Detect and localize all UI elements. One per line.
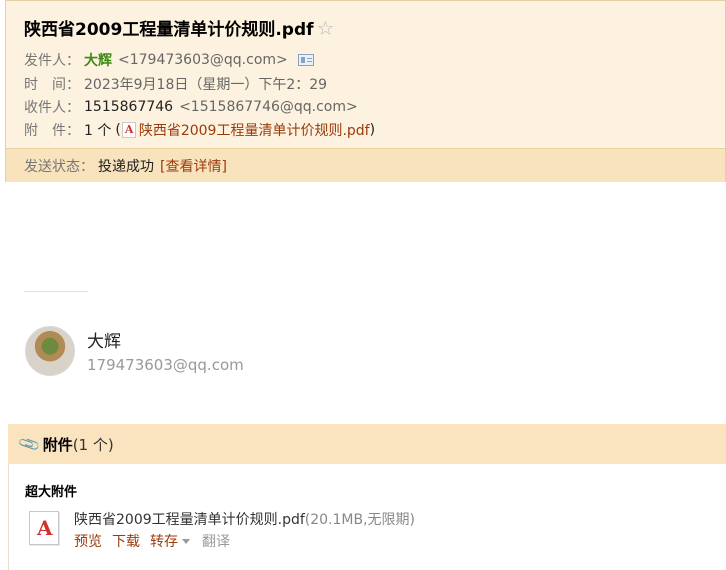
attachments-count: (1 个)	[72, 435, 114, 454]
paperclip-icon: 📎	[16, 431, 42, 457]
star-icon[interactable]: ☆	[317, 18, 335, 38]
recipient-email[interactable]: <1515867746@qq.com>	[179, 99, 358, 115]
recipient-row: 收件人： 1515867746 <1515867746@qq.com>	[24, 97, 358, 117]
attachments-body: 超大附件 陕西省2009工程量清单计价规则.pdf(20.1MB,无限期) 预览…	[8, 464, 726, 570]
attachment-file-name[interactable]: 陕西省2009工程量清单计价规则.pdf	[74, 512, 305, 528]
large-attachment-label: 超大附件	[25, 485, 78, 500]
pdf-file-icon-large[interactable]	[29, 511, 59, 545]
attachment-file[interactable]: 陕西省2009工程量清单计价规则.pdf(20.1MB,无限期)	[74, 509, 415, 529]
transfer-button[interactable]: 转存	[150, 531, 178, 551]
delivery-status-bar: 发送状态： 投递成功 [查看详情]	[6, 148, 725, 182]
subject-row: 陕西省2009工程量清单计价规则.pdf ☆	[24, 15, 335, 41]
sender-label: 发件人：	[24, 53, 80, 69]
paren-close: )	[369, 122, 376, 138]
sender-email[interactable]: <179473603@qq.com>	[118, 52, 288, 68]
status-label: 发送状态：	[24, 158, 94, 175]
status-value: 投递成功	[98, 158, 154, 175]
sender-name[interactable]: 大辉	[84, 50, 112, 70]
download-button[interactable]: 下载	[112, 531, 140, 551]
time-value: 2023年9月18日（星期一）下午2：29	[84, 77, 328, 93]
sender-row: 发件人： 大辉 <179473603@qq.com>	[24, 50, 314, 70]
recipient-name[interactable]: 1515867746	[84, 99, 173, 115]
pdf-file-icon	[121, 122, 136, 138]
paren-open: (	[115, 122, 121, 138]
view-details-link[interactable]: [查看详情]	[160, 156, 227, 176]
chevron-down-icon[interactable]	[182, 538, 190, 544]
time-label: 时 间：	[24, 77, 80, 93]
attachment-file-meta: (20.1MB,无限期)	[304, 512, 416, 528]
contact-card-icon[interactable]	[297, 54, 314, 66]
signature-name: 大辉	[87, 332, 121, 352]
attachment-label: 附 件：	[24, 123, 80, 139]
translate-button[interactable]: 翻译	[202, 531, 230, 551]
attachment-link[interactable]: 陕西省2009工程量清单计价规则.pdf	[139, 120, 370, 140]
mail-header: 陕西省2009工程量清单计价规则.pdf ☆ 发件人： 大辉 <17947360…	[5, 0, 726, 182]
recipient-label: 收件人：	[24, 100, 80, 116]
signature-email: 179473603@qq.com	[87, 356, 244, 374]
attachments-header: 📎 附件 (1 个)	[8, 424, 726, 464]
time-row: 时 间： 2023年9月18日（星期一）下午2：29	[24, 74, 327, 94]
attachment-actions: 预览 下载 转存 翻译	[74, 531, 230, 551]
attachments-title: 附件	[42, 435, 73, 454]
avatar[interactable]	[25, 326, 75, 376]
attachment-row: 附 件： 1 个 ( 陕西省2009工程量清单计价规则.pdf )	[24, 120, 375, 140]
mail-subject: 陕西省2009工程量清单计价规则.pdf	[24, 20, 314, 40]
attachment-count: 1 个	[84, 123, 112, 139]
signature-divider	[24, 291, 88, 292]
preview-button[interactable]: 预览	[74, 531, 102, 551]
